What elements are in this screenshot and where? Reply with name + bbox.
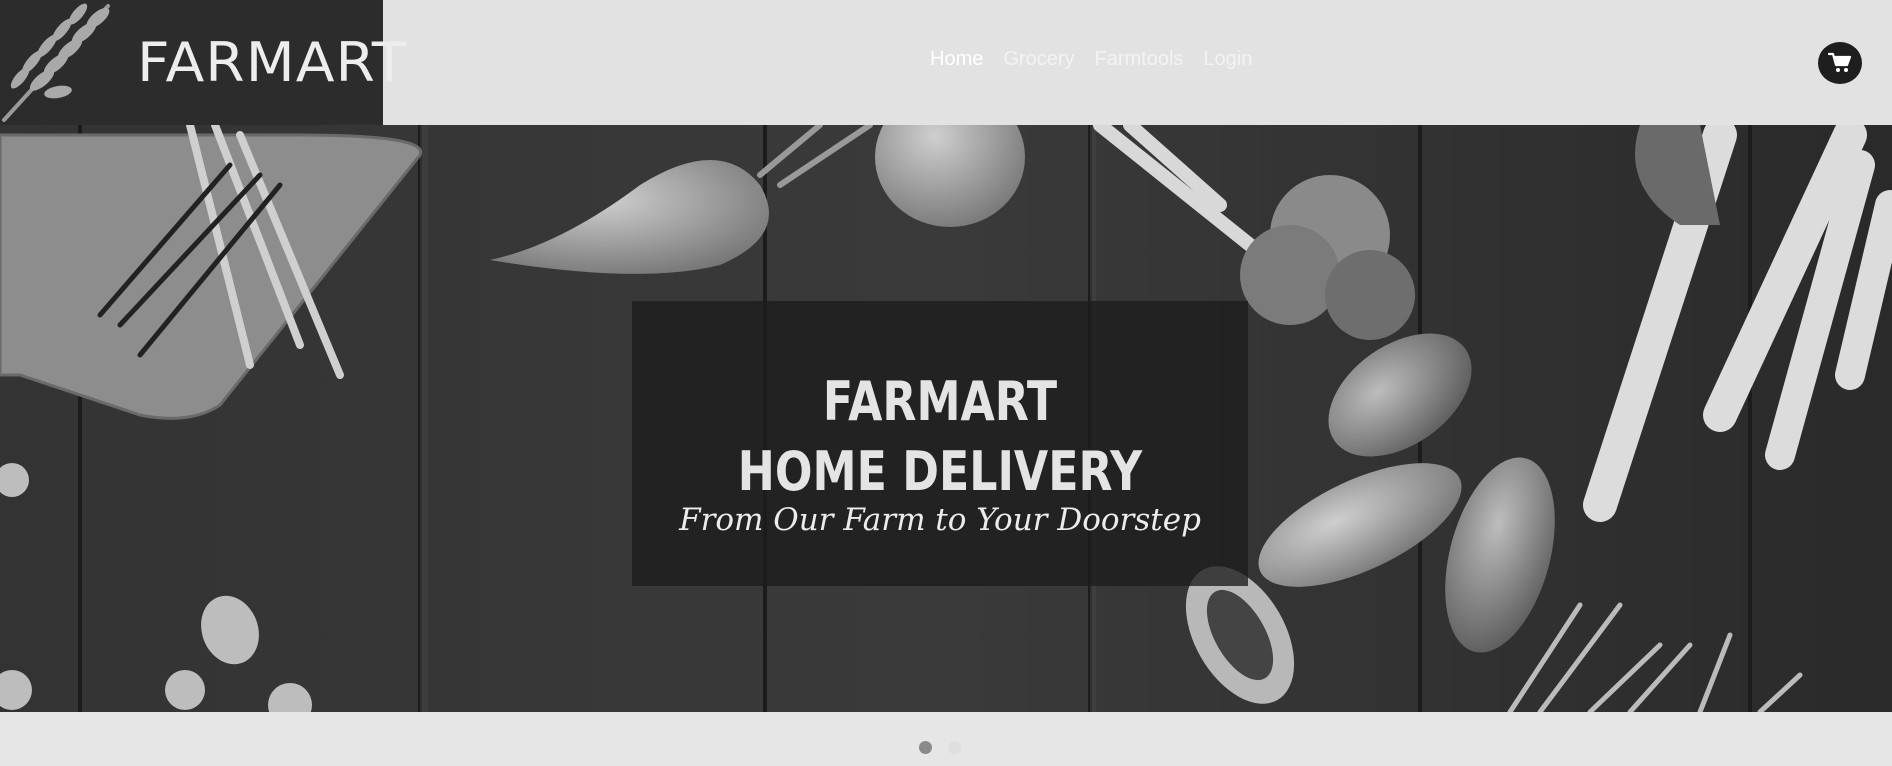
nav-home[interactable]: Home bbox=[930, 47, 983, 71]
shopping-cart-icon bbox=[1828, 52, 1852, 72]
logo[interactable]: FARMART bbox=[0, 0, 407, 125]
cart-button[interactable] bbox=[1818, 42, 1862, 84]
hero-title: FARMART HOME DELIVERY bbox=[687, 367, 1192, 507]
carousel-dot-2[interactable] bbox=[948, 741, 961, 754]
wheat-icon bbox=[2, 3, 110, 122]
hero-banner: FARMART HOME DELIVERY From Our Farm to Y… bbox=[0, 125, 1892, 712]
hero-tagline: From Our Farm to Your Doorstep bbox=[679, 502, 1201, 538]
nav-farmtools[interactable]: Farmtools bbox=[1094, 47, 1183, 71]
site-header: FARMART Home Grocery Farmtools Login bbox=[0, 0, 1892, 125]
logo-text: FARMART bbox=[137, 31, 408, 94]
hero-title-line2: HOME DELIVERY bbox=[737, 440, 1143, 503]
nav-login[interactable]: Login bbox=[1203, 47, 1252, 71]
hero-title-line1: FARMART bbox=[822, 370, 1058, 433]
carousel-indicators bbox=[919, 741, 961, 754]
carousel-dot-1[interactable] bbox=[919, 741, 932, 754]
main-nav: Home Grocery Farmtools Login bbox=[930, 47, 1252, 71]
nav-grocery[interactable]: Grocery bbox=[1003, 47, 1074, 71]
